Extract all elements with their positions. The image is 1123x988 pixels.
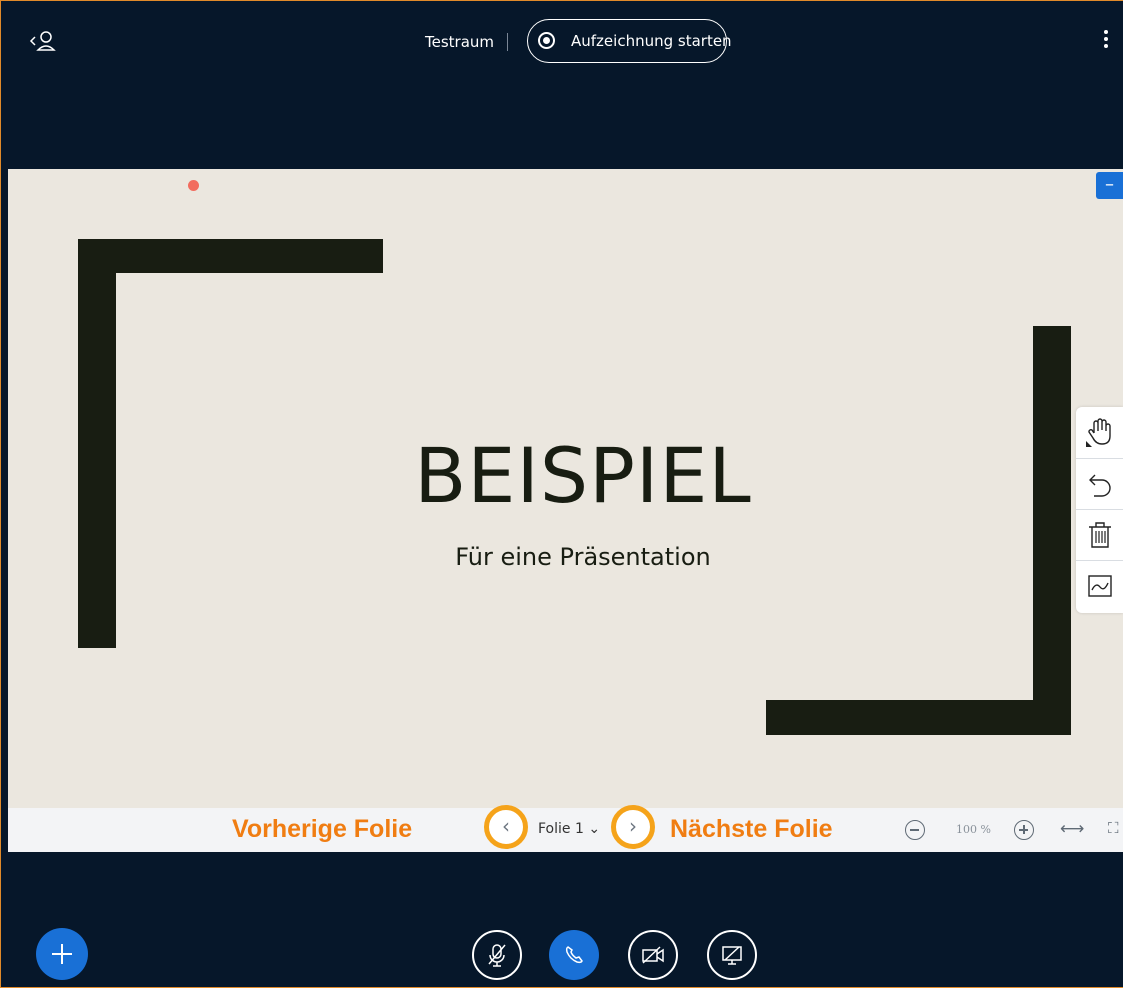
annotation-toolbar [1076,407,1123,613]
start-recording-button[interactable]: Aufzeichnung starten [527,19,732,63]
whiteboard-tool-button[interactable] [1076,560,1123,612]
trash-icon [1089,522,1111,548]
chevron-right-icon: › [629,814,637,838]
leave-audio-button[interactable] [549,930,599,980]
chevron-left-icon: ‹ [502,814,510,838]
slide-decor-bracket [1033,326,1071,735]
presenter-cursor [188,180,199,191]
user-back-icon[interactable] [28,28,60,56]
slide-subtitle: Für eine Präsentation [455,543,711,571]
actions-plus-button[interactable] [36,928,88,980]
unmute-microphone-button[interactable] [472,930,522,980]
hand-tool-button[interactable] [1076,407,1123,458]
camera-off-icon [642,946,664,964]
whiteboard-icon [1088,575,1112,597]
kebab-menu-icon[interactable] [1102,30,1110,54]
title-divider [507,33,508,51]
screenshare-off-icon [722,946,742,965]
record-icon [538,32,555,49]
clear-annotations-button[interactable] [1076,509,1123,561]
top-bar: Testraum Aufzeichnung starten [0,0,1123,85]
fullscreen-icon[interactable]: ⛶ [1108,819,1119,837]
hand-icon [1086,418,1111,447]
previous-slide-button[interactable]: ‹ [484,805,528,849]
undo-button[interactable] [1076,458,1123,510]
record-label: Aufzeichnung starten [571,32,732,50]
share-webcam-button[interactable] [628,930,678,980]
slide-selector[interactable]: Folie 1 ⌄ [538,821,600,837]
slide-decor-bracket [766,700,1071,735]
zoom-out-icon[interactable] [905,820,925,840]
undo-icon [1089,474,1111,497]
phone-icon [565,946,583,964]
slide-title: BEISPIEL [414,431,752,520]
minimize-presentation-button[interactable]: – [1096,172,1123,199]
mic-muted-icon [488,944,506,967]
presentation-slide: – BEISPIEL Für eine Präsentation [8,169,1123,808]
next-slide-button[interactable]: › [611,805,655,849]
zoom-in-icon[interactable] [1014,820,1034,840]
share-screen-button[interactable] [707,930,757,980]
room-title: Testraum [425,33,495,51]
fit-width-icon[interactable]: ⟷ [1060,819,1084,839]
slide-decor-bracket [78,239,383,273]
presentation-footer: Vorherige Folie ‹ Folie 1 ⌄ › Nächste Fo… [8,805,1123,852]
zoom-level: 100 % [956,823,991,836]
annotation-next-slide: Nächste Folie [670,815,833,843]
annotation-previous-slide: Vorherige Folie [232,815,413,843]
